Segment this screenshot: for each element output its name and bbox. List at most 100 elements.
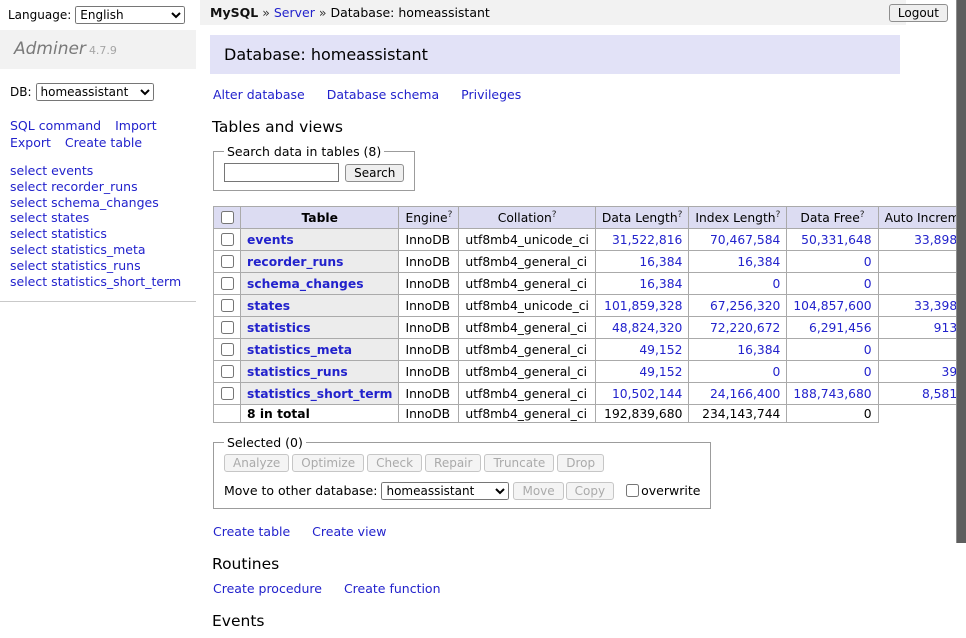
sidebar-table-link[interactable]: select statistics_runs [10,258,186,274]
data-length-link[interactable]: 10,502,144 [612,387,682,401]
index-length-link[interactable]: 72,220,672 [710,321,780,335]
select-all-checkbox[interactable] [221,211,234,224]
index-length-cell: 0 [689,361,787,383]
language-select[interactable]: English [75,6,185,24]
data-free-link[interactable]: 0 [864,277,872,291]
breadcrumb-server-link[interactable]: Server [274,5,315,20]
search-input[interactable] [224,163,339,182]
total-collation-cell: utf8mb4_general_ci [459,405,596,423]
table-name-link[interactable]: statistics_meta [247,343,352,357]
data-length-link[interactable]: 31,522,816 [612,233,682,247]
breadcrumb-separator: » [319,5,327,20]
data-free-link[interactable]: 0 [864,365,872,379]
language-label: Language: [8,8,71,22]
row-checkbox[interactable] [221,255,234,268]
data-length-link[interactable]: 101,859,328 [604,299,682,313]
export-link[interactable]: Export [10,135,51,150]
index-length-link[interactable]: 67,256,320 [710,299,780,313]
data-free-link[interactable]: 188,743,680 [793,387,871,401]
data-free-link[interactable]: 0 [864,343,872,357]
data-length-cell: 48,824,320 [595,317,688,339]
adminer-logo[interactable]: Adminer [14,39,86,59]
sidebar-table-link[interactable]: select schema_changes [10,195,186,211]
tables-table-header: TableEngine?Collation?Data Length?Index … [214,207,966,229]
index-length-link[interactable]: 16,384 [737,343,780,357]
row-checkbox[interactable] [221,233,234,246]
db-label: DB: [10,85,32,99]
truncate-button: Truncate [484,454,554,472]
create-table-link-main[interactable]: Create table [213,524,290,539]
sidebar-table-link[interactable]: select statistics [10,226,186,242]
help-link[interactable]: ? [678,210,683,220]
index-length-link[interactable]: 70,467,584 [710,233,780,247]
alter-database-link[interactable]: Alter database [213,87,305,102]
row-checkbox[interactable] [221,299,234,312]
create-view-link[interactable]: Create view [312,524,386,539]
data-free-cell: 6,291,456 [787,317,878,339]
breadcrumb-mysql-link[interactable]: MySQL [210,5,258,20]
total-data-free-cell: 0 [787,405,878,423]
db-select[interactable]: homeassistant [36,83,154,101]
table-row: statistics_metaInnoDButf8mb4_general_ci4… [214,339,966,361]
sidebar-table-link[interactable]: select states [10,210,186,226]
row-checkbox[interactable] [221,365,234,378]
index-length-link[interactable]: 0 [773,365,781,379]
create-table-link[interactable]: Create table [65,135,142,150]
sidebar-actions: SQL command Import Export Create table [0,111,196,151]
data-length-link[interactable]: 16,384 [639,277,682,291]
data-free-cell: 50,331,648 [787,229,878,251]
sidebar-table-link[interactable]: select statistics_short_term [10,274,186,290]
row-checkbox-cell [214,273,241,295]
vertical-scrollbar[interactable] [956,0,966,543]
data-length-link[interactable]: 16,384 [639,255,682,269]
table-name-link[interactable]: events [247,233,294,247]
engine-cell: InnoDB [399,229,459,251]
table-name-link[interactable]: statistics_short_term [247,387,392,401]
index-length-link[interactable]: 16,384 [737,255,780,269]
row-checkbox[interactable] [221,321,234,334]
selected-fieldset: Selected (0) AnalyzeOptimizeCheckRepairT… [213,435,711,509]
database-schema-link[interactable]: Database schema [327,87,439,102]
index-length-link[interactable]: 0 [773,277,781,291]
routines-heading: Routines [212,555,910,573]
logout-button[interactable]: Logout [889,4,948,22]
table-name-link[interactable]: statistics [247,321,311,335]
move-db-select[interactable]: homeassistant [381,482,509,500]
sidebar-table-link[interactable]: select recorder_runs [10,179,186,195]
sidebar-table-link[interactable]: select events [10,163,186,179]
row-checkbox[interactable] [221,277,234,290]
data-free-link[interactable]: 50,331,648 [801,233,871,247]
row-checkbox[interactable] [221,387,234,400]
help-link[interactable]: ? [860,210,865,220]
create-procedure-link[interactable]: Create procedure [213,581,322,596]
index-length-link[interactable]: 24,166,400 [710,387,780,401]
table-name-link[interactable]: statistics_runs [247,365,348,379]
data-length-link[interactable]: 48,824,320 [612,321,682,335]
data-free-link[interactable]: 0 [864,255,872,269]
auto-increment-cell: 913,577 [878,317,966,339]
sidebar-table-link[interactable]: select statistics_meta [10,242,186,258]
data-free-link[interactable]: 104,857,600 [793,299,871,313]
help-link[interactable]: ? [552,210,557,220]
row-checkbox-cell [214,229,241,251]
data-length-link[interactable]: 49,152 [639,343,682,357]
row-checkbox[interactable] [221,343,234,356]
data-length-link[interactable]: 49,152 [639,365,682,379]
privileges-link[interactable]: Privileges [461,87,521,102]
overwrite-checkbox[interactable] [626,484,639,497]
create-function-link[interactable]: Create function [344,581,441,596]
table-name-link[interactable]: schema_changes [247,277,364,291]
index-length-cell: 24,166,400 [689,383,787,405]
adminer-version: 4.7.9 [89,44,117,57]
data-free-cell: 0 [787,339,878,361]
import-link[interactable]: Import [115,118,157,133]
help-link[interactable]: ? [448,210,453,220]
table-name-link[interactable]: recorder_runs [247,255,343,269]
table-name-link[interactable]: states [247,299,290,313]
search-button[interactable]: Search [345,164,404,182]
data-free-link[interactable]: 6,291,456 [809,321,872,335]
search-legend: Search data in tables (8) [224,144,384,159]
help-link[interactable]: ? [776,210,781,220]
sql-command-link[interactable]: SQL command [10,118,101,133]
create-links: Create table Create view [213,524,910,540]
